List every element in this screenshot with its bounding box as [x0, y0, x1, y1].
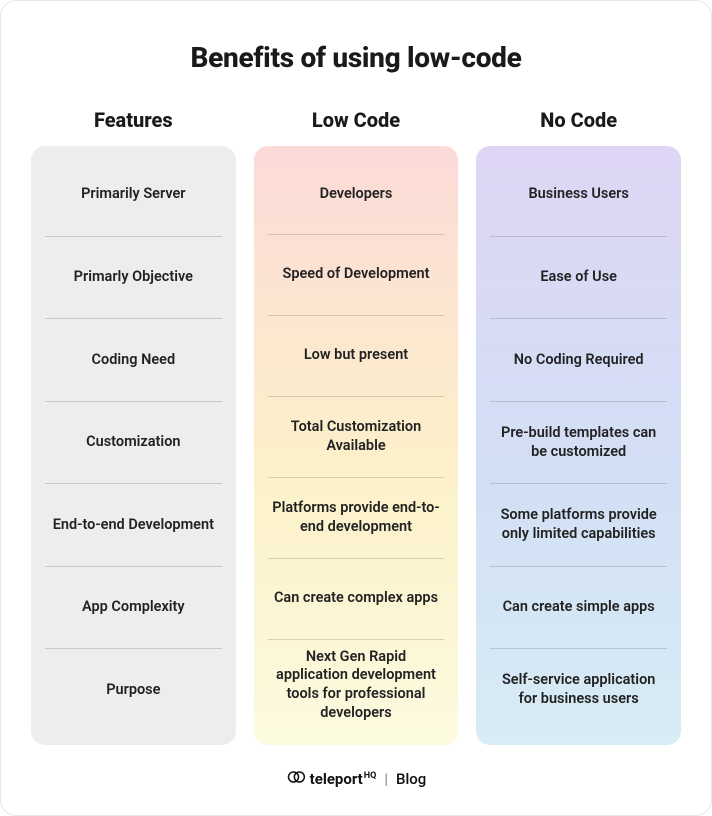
footer-section: Blog — [396, 770, 426, 788]
column-header-features: Features — [31, 108, 236, 132]
cell: Can create simple apps — [490, 567, 667, 650]
cell: End-to-end Development — [45, 484, 222, 567]
brand-name: teleport — [310, 770, 363, 788]
column-body-features: Primarily Server Primarly Objective Codi… — [31, 146, 236, 745]
column-low-code: Low Code Developers Speed of Development… — [254, 108, 459, 745]
column-body-low-code: Developers Speed of Development Low but … — [254, 146, 459, 745]
comparison-card: Benefits of using low-code Features Prim… — [0, 0, 712, 816]
cell: Self-service application for business us… — [490, 649, 667, 731]
cell: Speed of Development — [268, 235, 445, 316]
brand-logo: teleportHQ — [286, 767, 377, 791]
cell: Business Users — [490, 154, 667, 237]
column-no-code: No Code Business Users Ease of Use No Co… — [476, 108, 681, 745]
column-header-low-code: Low Code — [254, 108, 459, 132]
cell: No Coding Required — [490, 319, 667, 402]
cell: Developers — [268, 154, 445, 235]
cell: Total Customization Available — [268, 397, 445, 478]
footer: teleportHQ | Blog — [31, 767, 681, 791]
teleport-icon — [286, 767, 306, 791]
comparison-grid: Features Primarily Server Primarly Objec… — [31, 108, 681, 745]
cell: Coding Need — [45, 319, 222, 402]
cell: App Complexity — [45, 567, 222, 650]
cell: Platforms provide end-to-end development — [268, 478, 445, 559]
footer-separator: | — [384, 770, 388, 788]
column-body-no-code: Business Users Ease of Use No Coding Req… — [476, 146, 681, 745]
cell: Primarily Server — [45, 154, 222, 237]
cell: Purpose — [45, 649, 222, 731]
cell: Low but present — [268, 316, 445, 397]
cell: Pre-build templates can be customized — [490, 402, 667, 485]
column-features: Features Primarily Server Primarly Objec… — [31, 108, 236, 745]
cell: Some platforms provide only limited capa… — [490, 484, 667, 567]
cell: Next Gen Rapid application development t… — [268, 640, 445, 731]
brand-suffix: HQ — [364, 771, 377, 781]
cell: Can create complex apps — [268, 559, 445, 640]
cell: Customization — [45, 402, 222, 485]
cell: Ease of Use — [490, 237, 667, 320]
cell: Primarly Objective — [45, 237, 222, 320]
column-header-no-code: No Code — [476, 108, 681, 132]
page-title: Benefits of using low-code — [31, 41, 681, 74]
